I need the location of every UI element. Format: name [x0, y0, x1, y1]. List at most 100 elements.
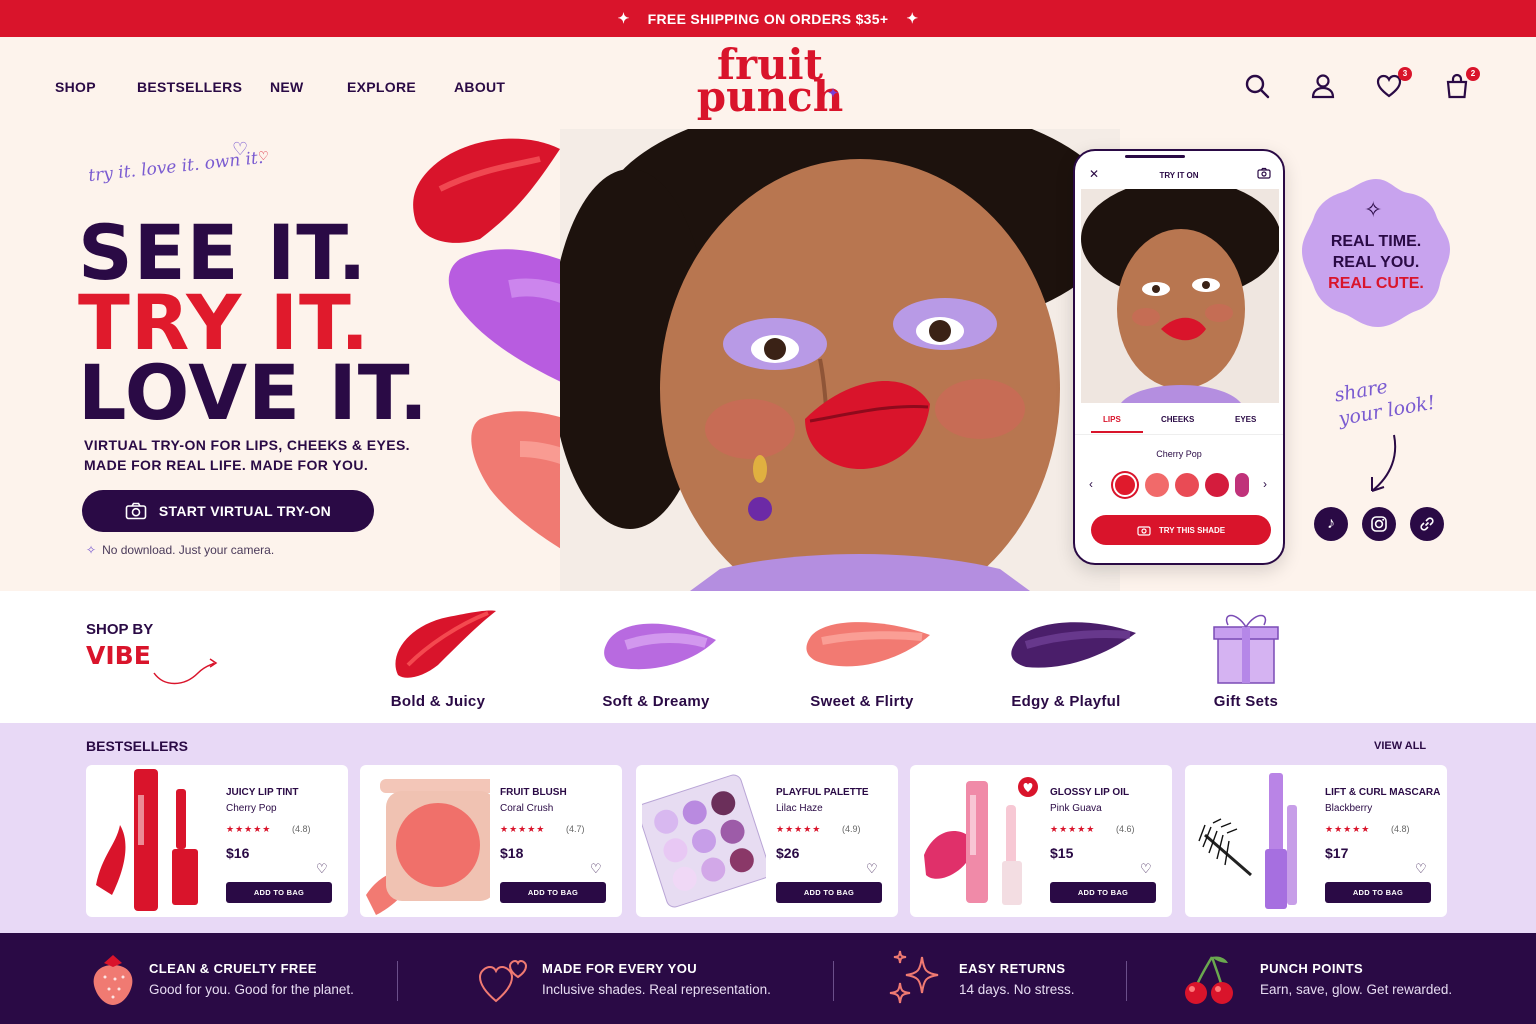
logo-word-punch: punch	[696, 72, 844, 121]
coral-swatch-image	[806, 622, 930, 667]
nav-explore[interactable]: EXPLORE	[347, 79, 416, 95]
hero-section: try it. love it. own it. ♡ ♡ SEE IT. TRY…	[0, 129, 1536, 591]
brand-logo[interactable]: fruit punch ✦	[690, 44, 850, 127]
product-card-mascara[interactable]: LIFT & CURL MASCARA Blackberry ★★★★★ (4.…	[1185, 765, 1447, 917]
heart-icon[interactable]: ♡	[866, 861, 878, 877]
shop-by-label: SHOP BY	[86, 621, 154, 638]
product-card-glossy-lip-oil[interactable]: GLOSSY LIP OIL Pink Guava ★★★★★ (4.6) $1…	[910, 765, 1172, 917]
start-virtual-tryon-button[interactable]: START VIRTUAL TRY-ON	[82, 490, 374, 532]
tiktok-icon[interactable]: ♪	[1314, 507, 1348, 541]
sparkles-icon	[889, 950, 939, 1004]
rating-stars: ★★★★★	[226, 824, 272, 834]
bestsellers-title: BESTSELLERS	[86, 738, 188, 754]
swatch-2[interactable]	[1145, 473, 1169, 497]
vibe-sweet-flirty[interactable]: Sweet & Flirty	[792, 605, 932, 715]
nav-new[interactable]: NEW	[270, 79, 304, 95]
promo-text: FREE SHIPPING ON ORDERS $35+	[647, 10, 889, 27]
wishlist-icon[interactable]: 3	[1376, 67, 1412, 101]
vibe-edgy-playful[interactable]: Edgy & Playful	[996, 605, 1136, 715]
arrow-doodle-icon	[1371, 434, 1397, 492]
chevron-left-icon[interactable]: ‹	[1089, 477, 1093, 491]
heart-icon[interactable]: ♡	[1140, 861, 1152, 877]
add-to-bag-button[interactable]: ADD TO BAG	[1325, 882, 1431, 903]
heart-icon[interactable]: ♡	[590, 861, 602, 877]
share-your-look-note: share your look!	[1333, 367, 1437, 431]
swirl-doodle-icon	[153, 658, 218, 685]
tab-cheeks[interactable]: CHEEKS	[1161, 415, 1194, 424]
tab-eyes[interactable]: EYES	[1235, 415, 1256, 424]
badge-line-2: REAL YOU.	[1332, 254, 1420, 271]
blush-compact-image	[366, 779, 490, 915]
camera-icon	[1137, 526, 1151, 536]
add-to-bag-button[interactable]: ADD TO BAG	[776, 882, 882, 903]
rating-value: (4.9)	[842, 824, 861, 834]
search-icon[interactable]	[1244, 73, 1272, 101]
product-price: $26	[776, 845, 800, 861]
product-price: $17	[1325, 845, 1349, 861]
rating-stars: ★★★★★	[1325, 824, 1371, 834]
nav-about[interactable]: ABOUT	[454, 79, 505, 95]
tryon-title: TRY IT ON	[1159, 171, 1199, 180]
try-shade-label: TRY THIS SHADE	[1158, 525, 1226, 535]
hearts-icon	[478, 959, 528, 1003]
vibe-label-bold-juicy: Bold & Juicy	[390, 693, 486, 710]
instagram-icon[interactable]	[1362, 507, 1396, 541]
product-shade: Coral Crush	[500, 803, 554, 814]
feature-every-you: MADE FOR EVERY YOU Inclusive shades. Rea…	[542, 961, 771, 997]
swatch-cherry-pop[interactable]	[1113, 473, 1137, 497]
add-to-bag-button[interactable]: ADD TO BAG	[226, 882, 332, 903]
camera-flip-icon[interactable]	[1257, 166, 1271, 184]
product-card-juicy-lip-tint[interactable]: JUICY LIP TINT Cherry Pop ★★★★★ (4.8) $1…	[86, 765, 348, 917]
swatch-3[interactable]	[1175, 473, 1199, 497]
link-icon[interactable]	[1410, 507, 1444, 541]
feature-sub: 14 days. No stress.	[959, 982, 1075, 997]
vibe-label-soft-dreamy: Soft & Dreamy	[602, 693, 710, 710]
vibe-soft-dreamy[interactable]: Soft & Dreamy	[586, 605, 726, 715]
cta-label: START VIRTUAL TRY-ON	[158, 503, 332, 519]
tryon-preview-image	[1081, 189, 1279, 403]
feature-sub: Inclusive shades. Real representation.	[542, 982, 771, 997]
tab-divider	[1075, 434, 1283, 435]
vibe-label-edgy-playful: Edgy & Playful	[1011, 693, 1121, 710]
heart-icon[interactable]: ♡	[1415, 861, 1427, 877]
chevron-right-icon[interactable]: ›	[1263, 477, 1267, 491]
note-text: No download. Just your camera.	[102, 543, 275, 557]
add-to-bag-button[interactable]: ADD TO BAG	[500, 882, 606, 903]
badge-line-3: REAL CUTE.	[1328, 275, 1424, 292]
divider	[1126, 961, 1127, 1001]
nav-shop[interactable]: SHOP	[55, 79, 96, 95]
sparkle-icon: ✦	[906, 10, 919, 26]
feature-title: EASY RETURNS	[959, 961, 1066, 976]
nav-bestsellers[interactable]: BESTSELLERS	[137, 79, 242, 95]
product-price: $18	[500, 845, 524, 861]
shop-by-vibe-section: SHOP BY VIBE Bold & Juicy Soft & Dreamy …	[0, 591, 1536, 723]
promo-bar: ✦ FREE SHIPPING ON ORDERS $35+ ✦	[0, 0, 1536, 37]
vibe-label-gift-sets: Gift Sets	[1213, 693, 1279, 710]
eyeshadow-palette-image	[642, 774, 766, 908]
rating-value: (4.7)	[566, 824, 585, 834]
vibe-gift-sets[interactable]: Gift Sets	[1176, 605, 1316, 715]
model-portrait-image	[560, 129, 1120, 591]
heart-doodle-icon: ♡	[258, 149, 269, 163]
sparkle-icon: ✦	[617, 10, 630, 26]
cart-icon[interactable]: 2	[1444, 67, 1480, 101]
heart-icon[interactable]: ♡	[316, 861, 328, 877]
hero-subtitle-2: MADE FOR REAL LIFE. MADE FOR YOU.	[84, 457, 369, 473]
vibe-bold-juicy[interactable]: Bold & Juicy	[368, 605, 508, 715]
tab-lips[interactable]: LIPS	[1103, 415, 1121, 424]
try-this-shade-button[interactable]: TRY THIS SHADE	[1091, 515, 1271, 545]
view-all-link[interactable]: VIEW ALL	[1374, 740, 1426, 752]
product-card-playful-palette[interactable]: PLAYFUL PALETTE Lilac Haze ★★★★★ (4.9) $…	[636, 765, 898, 917]
swatch-5[interactable]	[1235, 473, 1249, 497]
add-to-bag-button[interactable]: ADD TO BAG	[1050, 882, 1156, 903]
swatch-4[interactable]	[1205, 473, 1229, 497]
rating-value: (4.8)	[292, 824, 311, 834]
cherries-icon	[1185, 956, 1233, 1004]
product-price: $16	[226, 845, 250, 861]
vibe-label-sweet-flirty: Sweet & Flirty	[810, 693, 914, 710]
product-name: JUICY LIP TINT	[226, 787, 299, 798]
strawberry-icon	[93, 955, 133, 1005]
product-card-fruit-blush[interactable]: FRUIT BLUSH Coral Crush ★★★★★ (4.7) $18 …	[360, 765, 622, 917]
account-icon[interactable]	[1310, 73, 1338, 101]
product-shade: Pink Guava	[1050, 803, 1102, 814]
